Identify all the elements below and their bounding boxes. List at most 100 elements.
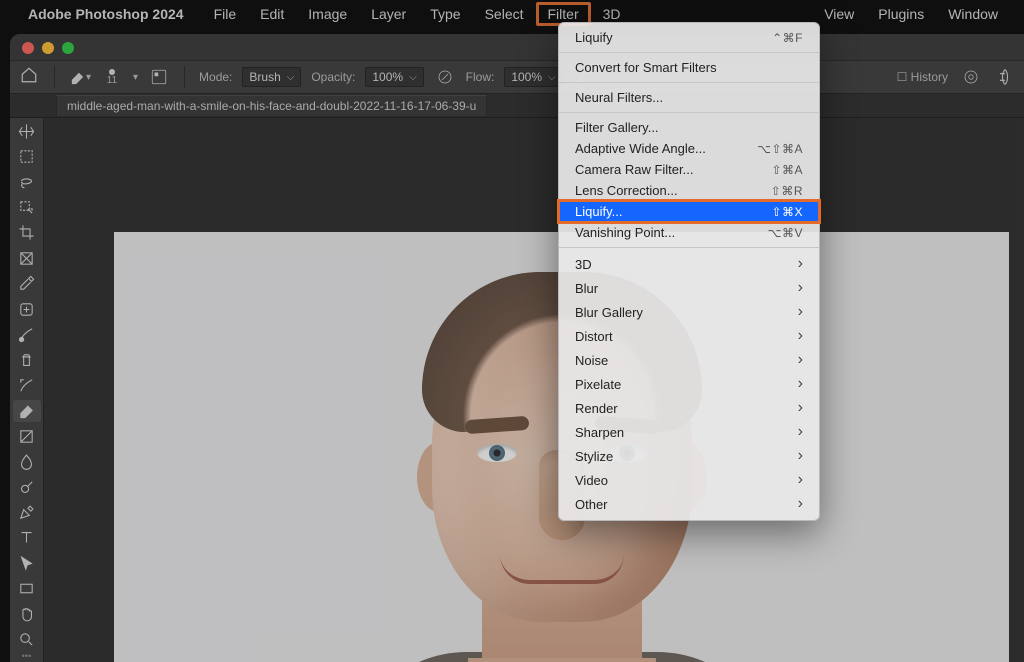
menu-item-label: Pixelate [575,377,621,392]
mac-menubar: Adobe Photoshop 2024 FileEditImageLayerT… [0,0,1024,28]
flow-value: 100% [511,70,542,84]
menubar-right: ViewPluginsWindow [812,2,1010,26]
tool-type[interactable] [13,527,41,549]
menu-item-shortcut: ⌥⌘V [768,226,803,240]
menu-type[interactable]: Type [418,2,472,26]
app-window: ▾ 11 ▾ Mode: Brush⌵ Opacity: 100%⌵ Flow:… [10,34,1024,662]
filter-menu-item-distort[interactable]: Distort [559,324,819,348]
menu-item-label: 3D [575,257,592,272]
filter-menu-item-pixelate[interactable]: Pixelate [559,372,819,396]
filter-menu-item-liquify[interactable]: Liquify...⇧⌘X [559,201,819,222]
tool-zoom[interactable] [13,628,41,650]
filter-menu-item-blur-gallery[interactable]: Blur Gallery [559,300,819,324]
tool-dodge[interactable] [13,476,41,498]
canvas-area[interactable] [44,118,1024,662]
filter-menu-item-3d[interactable]: 3D [559,252,819,276]
filter-menu-item-sharpen[interactable]: Sharpen [559,420,819,444]
menu-item-shortcut: ⌥⇧⌘A [757,142,803,156]
filter-menu-item-stylize[interactable]: Stylize [559,444,819,468]
tool-frame[interactable] [13,247,41,269]
menu-view[interactable]: View [812,2,866,26]
separator [184,66,185,88]
menu-item-label: Liquify [575,30,613,45]
home-icon[interactable] [18,66,40,89]
filter-menu-item-render[interactable]: Render [559,396,819,420]
menu-item-label: Lens Correction... [575,183,678,198]
menu-image[interactable]: Image [296,2,359,26]
close-window-icon[interactable] [22,42,34,54]
opacity-value: 100% [372,70,403,84]
flow-dropdown[interactable]: 100%⌵ [504,67,562,87]
edit-toolbar-icon[interactable]: ••• [22,654,31,662]
tool-rectangle[interactable] [13,578,41,600]
menu-item-shortcut: ⇧⌘X [771,205,803,219]
filter-menu-item-video[interactable]: Video [559,468,819,492]
tool-clone[interactable] [13,349,41,371]
menu-item-label: Camera Raw Filter... [575,162,693,177]
menu-item-label: Stylize [575,449,613,464]
tool-object-select[interactable] [13,196,41,218]
flow-label: Flow: [466,70,495,84]
tool-lasso[interactable] [13,171,41,193]
opacity-label: Opacity: [311,70,355,84]
tool-brush[interactable] [13,323,41,345]
filter-menu-item-other[interactable]: Other [559,492,819,516]
opacity-dropdown[interactable]: 100%⌵ [365,67,423,87]
menu-select[interactable]: Select [473,2,536,26]
tool-crop[interactable] [13,222,41,244]
menu-item-label: Adaptive Wide Angle... [575,141,706,156]
menu-layer[interactable]: Layer [359,2,418,26]
window-traffic-lights[interactable] [22,42,74,54]
pressure-size-icon[interactable] [960,66,982,88]
menu-edit[interactable]: Edit [248,2,296,26]
menu-item-shortcut: ⇧⌘A [771,163,803,177]
menu-divider [559,52,819,53]
menu-item-label: Distort [575,329,613,344]
zoom-window-icon[interactable] [62,42,74,54]
tool-hand[interactable] [13,603,41,625]
tool-marquee[interactable] [13,145,41,167]
document-tab-bar: middle-aged-man-with-a-smile-on-his-face… [10,94,1024,118]
symmetry-icon[interactable] [994,66,1016,88]
filter-menu-item-neural-filters[interactable]: Neural Filters... [559,87,819,108]
menu-item-label: Other [575,497,608,512]
tool-blur[interactable] [13,450,41,472]
menu-item-label: Noise [575,353,608,368]
filter-menu-item-filter-gallery[interactable]: Filter Gallery... [559,117,819,138]
minimize-window-icon[interactable] [42,42,54,54]
brush-preview-icon[interactable]: 11 [101,66,123,88]
menu-window[interactable]: Window [936,2,1010,26]
pressure-opacity-icon[interactable] [434,66,456,88]
menu-item-shortcut: ⌃⌘F [772,31,803,45]
document-tab-label: middle-aged-man-with-a-smile-on-his-face… [67,99,476,113]
filter-menu-item-vanishing-point[interactable]: Vanishing Point... ⌥⌘V [559,222,819,243]
document-tab[interactable]: middle-aged-man-with-a-smile-on-his-face… [56,95,487,116]
menu-item-label: Vanishing Point... [575,225,675,240]
tools-panel: ••• [10,118,44,662]
mode-label: Mode: [199,70,232,84]
eraser-tool-preset-icon[interactable]: ▾ [69,66,91,88]
tool-eyedropper[interactable] [13,273,41,295]
mode-value: Brush [249,70,280,84]
menu-plugins[interactable]: Plugins [866,2,936,26]
filter-menu-item-lens-correction[interactable]: Lens Correction...⇧⌘R [559,180,819,201]
erase-history-label[interactable]: ☐ History [897,70,948,84]
tool-healing[interactable] [13,298,41,320]
tool-move[interactable] [13,120,41,142]
menu-file[interactable]: File [202,2,249,26]
mode-dropdown[interactable]: Brush⌵ [242,67,301,87]
filter-menu-item-liquify[interactable]: Liquify ⌃⌘F [559,27,819,48]
brush-size-chevron-icon[interactable]: ▾ [133,72,138,83]
tool-gradient[interactable] [13,425,41,447]
tool-eraser[interactable] [13,400,41,422]
filter-menu-item-convert-for-smart-filters[interactable]: Convert for Smart Filters [559,57,819,78]
filter-menu-item-camera-raw-filter[interactable]: Camera Raw Filter... ⇧⌘A [559,159,819,180]
tool-path-select[interactable] [13,552,41,574]
filter-menu-item-blur[interactable]: Blur [559,276,819,300]
filter-menu-item-noise[interactable]: Noise [559,348,819,372]
tool-pen[interactable] [13,501,41,523]
brush-panel-icon[interactable] [148,66,170,88]
filter-menu-item-adaptive-wide-angle[interactable]: Adaptive Wide Angle... ⌥⇧⌘A [559,138,819,159]
app-titlebar [10,34,1024,60]
tool-history-brush[interactable] [13,374,41,396]
